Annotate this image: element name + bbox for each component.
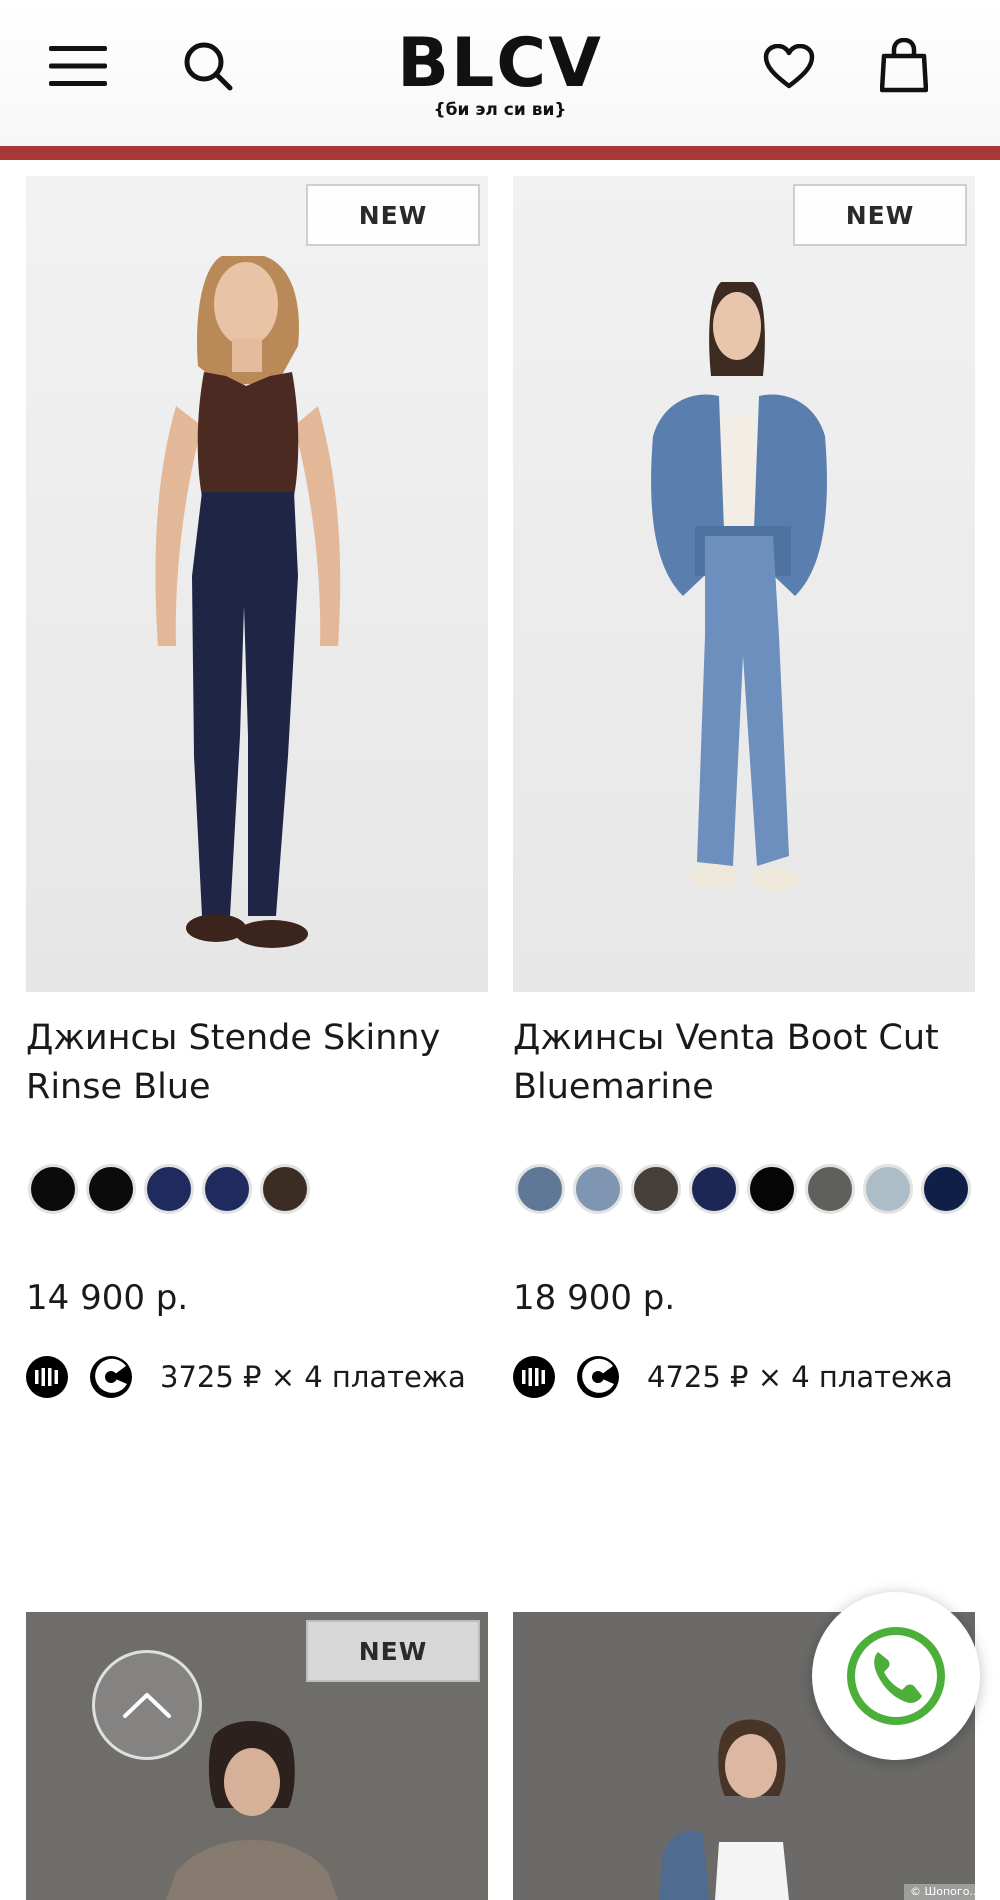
color-swatch[interactable]: [573, 1164, 623, 1214]
installment-info: 4725 ₽ × 4 платежа: [513, 1356, 953, 1398]
chevron-up-icon: [123, 1693, 171, 1718]
logo-subtitle: {би эл си ви}: [433, 100, 567, 120]
color-swatch[interactable]: [515, 1164, 565, 1214]
split-payment-icon: [90, 1356, 132, 1398]
color-swatches: [515, 1164, 971, 1214]
color-swatch[interactable]: [863, 1164, 913, 1214]
installment-text: 3725 ₽ × 4 платежа: [160, 1360, 466, 1394]
product-image[interactable]: NEW: [26, 1612, 488, 1900]
installment-info: 3725 ₽ × 4 платежа: [26, 1356, 466, 1398]
color-swatch[interactable]: [144, 1164, 194, 1214]
color-swatch[interactable]: [260, 1164, 310, 1214]
shopping-bag-icon[interactable]: [876, 36, 932, 96]
product-price: 18 900 р.: [513, 1278, 676, 1318]
search-icon[interactable]: [180, 38, 236, 94]
call-button[interactable]: [812, 1592, 980, 1760]
color-swatch[interactable]: [747, 1164, 797, 1214]
watermark: © Шопого...: [904, 1884, 1000, 1900]
installment-provider-icon: [513, 1356, 555, 1398]
product-image[interactable]: NEW: [26, 176, 488, 992]
product-title[interactable]: Джинсы Stende Skinny Rinse Blue: [26, 1014, 488, 1112]
heart-icon[interactable]: [760, 40, 818, 94]
color-swatch[interactable]: [921, 1164, 971, 1214]
product-price: 14 900 р.: [26, 1278, 189, 1318]
site-header: BLCV {би эл си ви}: [0, 0, 1000, 148]
split-payment-icon: [577, 1356, 619, 1398]
product-title[interactable]: Джинсы Venta Boot Cut Bluemarine: [513, 1014, 975, 1112]
installment-text: 4725 ₽ × 4 платежа: [647, 1360, 953, 1394]
brand-logo[interactable]: BLCV {би эл си ви}: [350, 24, 650, 121]
logo-text: BLCV: [397, 24, 603, 103]
product-image[interactable]: NEW: [513, 176, 975, 992]
header-divider: [0, 146, 1000, 160]
color-swatch[interactable]: [805, 1164, 855, 1214]
new-badge: NEW: [306, 184, 480, 246]
color-swatches: [28, 1164, 310, 1214]
scroll-to-top-button[interactable]: [92, 1650, 202, 1760]
new-badge: NEW: [306, 1620, 480, 1682]
color-swatch[interactable]: [86, 1164, 136, 1214]
color-swatch[interactable]: [631, 1164, 681, 1214]
color-swatch[interactable]: [689, 1164, 739, 1214]
installment-provider-icon: [26, 1356, 68, 1398]
color-swatch[interactable]: [28, 1164, 78, 1214]
color-swatch[interactable]: [202, 1164, 252, 1214]
hamburger-menu-icon[interactable]: [48, 40, 108, 92]
phone-icon: [847, 1627, 945, 1725]
new-badge: NEW: [793, 184, 967, 246]
